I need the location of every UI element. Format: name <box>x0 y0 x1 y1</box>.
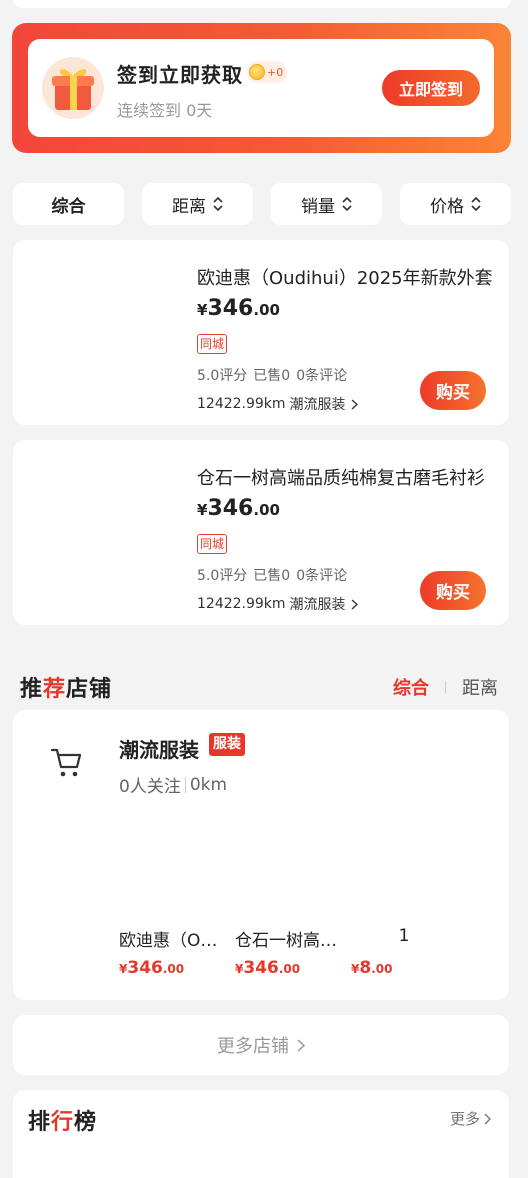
product-shop-name: 潮流服装 <box>289 397 346 413</box>
buy-button[interactable]: 购买 <box>420 571 486 610</box>
price-integer: 346 <box>207 296 254 321</box>
product-reviews: 0条评论 <box>296 368 348 384</box>
title-accent: 荐 <box>43 677 67 702</box>
price-decimal: .00 <box>371 962 393 976</box>
price-decimal: .00 <box>253 501 280 519</box>
sort-tab-distance[interactable]: 距离 <box>142 183 253 225</box>
title-part: 榜 <box>74 1110 98 1135</box>
store-item[interactable]: 仓石一树高端品质纯棉复古磨毛衬衫 ¥346.00 <box>235 926 351 978</box>
store-item-name: 欧迪惠（Oudihui）2025年新款外套 <box>119 931 225 948</box>
product-rating: 5.0评分 <box>197 368 248 384</box>
store-card[interactable]: 潮流服装 服装 0人关注 0km 欧迪惠（Oudihui）2025年新款外套 ¥… <box>13 710 509 1000</box>
title-part: 排 <box>28 1110 52 1135</box>
product-title[interactable]: 仓石一树高端品质纯棉复古磨毛衬衫 <box>197 464 493 490</box>
sort-tab-label: 价格 <box>430 196 464 217</box>
store-name[interactable]: 潮流服装 <box>119 734 199 763</box>
store-sort-tabs: 综合 距离 <box>393 674 498 700</box>
product-shop-name: 潮流服装 <box>289 597 346 613</box>
store-item-price: ¥346.00 <box>119 958 235 978</box>
signin-button[interactable]: 立即签到 <box>382 70 480 106</box>
product-shop-link[interactable]: 12422.99km 潮流服装 <box>197 594 358 614</box>
ranking-more-link[interactable]: 更多 <box>450 1108 491 1129</box>
signin-banner: 签到立即获取 +0 连续签到 0天 立即签到 <box>12 23 511 153</box>
tab-divider <box>445 681 446 693</box>
sort-tab-label: 距离 <box>172 196 206 217</box>
title-accent: 行 <box>51 1110 75 1135</box>
product-price: ¥346.00 <box>197 296 280 321</box>
store-meta: 0人关注 0km <box>119 772 228 798</box>
sort-tab-sales[interactable]: 销量 <box>271 183 382 225</box>
price-currency: ¥ <box>197 301 208 319</box>
product-distance: 12422.99km <box>197 396 286 412</box>
signin-streak: 连续签到 0天 <box>117 101 213 120</box>
ranking-more-label: 更多 <box>449 1110 480 1128</box>
chevron-right-icon <box>351 398 358 410</box>
product-reviews: 0条评论 <box>296 568 348 584</box>
ranking-title: 排行榜 <box>28 1104 97 1136</box>
product-stats: 5.0评分 已售0 0条评论 <box>197 365 353 385</box>
sort-tab-label: 销量 <box>301 196 335 217</box>
chevron-right-icon <box>484 1113 491 1124</box>
product-image[interactable] <box>27 256 182 411</box>
signin-card: 签到立即获取 +0 连续签到 0天 立即签到 <box>28 39 494 137</box>
price-integer: 346 <box>243 958 279 978</box>
sort-arrows-icon <box>342 196 352 212</box>
product-stats: 5.0评分 已售0 0条评论 <box>197 565 353 585</box>
product-title[interactable]: 欧迪惠（Oudihui）2025年新款外套 <box>197 264 493 290</box>
coin-icon <box>249 64 265 80</box>
store-tab-overall[interactable]: 综合 <box>393 674 429 700</box>
same-city-tag: 同城 <box>197 334 228 354</box>
product-sold: 已售0 <box>253 568 291 584</box>
price-integer: 346 <box>127 958 163 978</box>
same-city-tag: 同城 <box>197 534 228 554</box>
coin-badge: +0 <box>247 61 288 83</box>
product-distance: 12422.99km <box>197 596 286 612</box>
coin-count: +0 <box>267 65 284 79</box>
sort-tab-price[interactable]: 价格 <box>400 183 511 225</box>
sort-bar: 综合 距离 销量 价格 <box>13 183 511 225</box>
store-item[interactable]: 1 ¥8.00 <box>351 926 467 978</box>
price-currency: ¥ <box>197 501 208 519</box>
store-followers: 0人关注 <box>119 777 181 797</box>
recommended-stores-title: 推荐店铺 <box>20 671 112 703</box>
title-part: 店铺 <box>66 677 113 702</box>
price-integer: 8 <box>359 958 372 978</box>
chevron-right-icon <box>351 598 358 610</box>
sort-arrows-icon <box>213 196 223 212</box>
product-image[interactable] <box>27 456 182 611</box>
title-part: 推 <box>20 677 44 702</box>
store-item[interactable]: 欧迪惠（Oudihui）2025年新款外套 ¥346.00 <box>119 926 235 978</box>
product-shop-link[interactable]: 12422.99km 潮流服装 <box>197 394 358 414</box>
price-decimal: .00 <box>162 962 185 976</box>
signin-title: 签到立即获取 <box>117 63 243 87</box>
store-items: 欧迪惠（Oudihui）2025年新款外套 ¥346.00 仓石一树高端品质纯棉… <box>119 926 467 978</box>
store-tab-distance[interactable]: 距离 <box>462 674 498 700</box>
more-stores-button[interactable]: 更多店铺 <box>13 1015 509 1075</box>
price-decimal: .00 <box>253 301 280 319</box>
more-stores-label: 更多店铺 <box>217 1036 289 1057</box>
sort-tab-overall[interactable]: 综合 <box>13 183 124 225</box>
store-item-price: ¥346.00 <box>235 958 351 978</box>
buy-button[interactable]: 购买 <box>420 371 486 410</box>
product-price: ¥346.00 <box>197 496 280 521</box>
store-item-name: 仓石一树高端品质纯棉复古磨毛衬衫 <box>235 931 341 948</box>
product-card[interactable]: 欧迪惠（Oudihui）2025年新款外套 ¥346.00 同城 5.0评分 已售… <box>13 240 509 425</box>
product-rating: 5.0评分 <box>197 568 248 584</box>
price-integer: 346 <box>207 496 254 521</box>
store-category-badge: 服装 <box>209 733 245 756</box>
store-item-name: 1 <box>398 926 410 946</box>
chevron-right-icon <box>297 1038 305 1052</box>
product-sold: 已售0 <box>253 368 291 384</box>
cart-icon <box>50 748 82 777</box>
product-card[interactable]: 仓石一树高端品质纯棉复古磨毛衬衫 ¥346.00 同城 5.0评分 已售0 0条评论… <box>13 440 509 625</box>
sort-arrows-icon <box>471 196 481 212</box>
store-item-price: ¥8.00 <box>351 958 467 978</box>
previous-section-card <box>13 0 511 8</box>
sort-tab-label: 综合 <box>51 196 86 217</box>
meta-divider <box>184 776 186 793</box>
store-distance: 0km <box>189 774 228 795</box>
price-decimal: .00 <box>278 962 301 976</box>
gift-icon <box>42 57 104 119</box>
ranking-card: 排行榜 更多 <box>13 1090 509 1178</box>
